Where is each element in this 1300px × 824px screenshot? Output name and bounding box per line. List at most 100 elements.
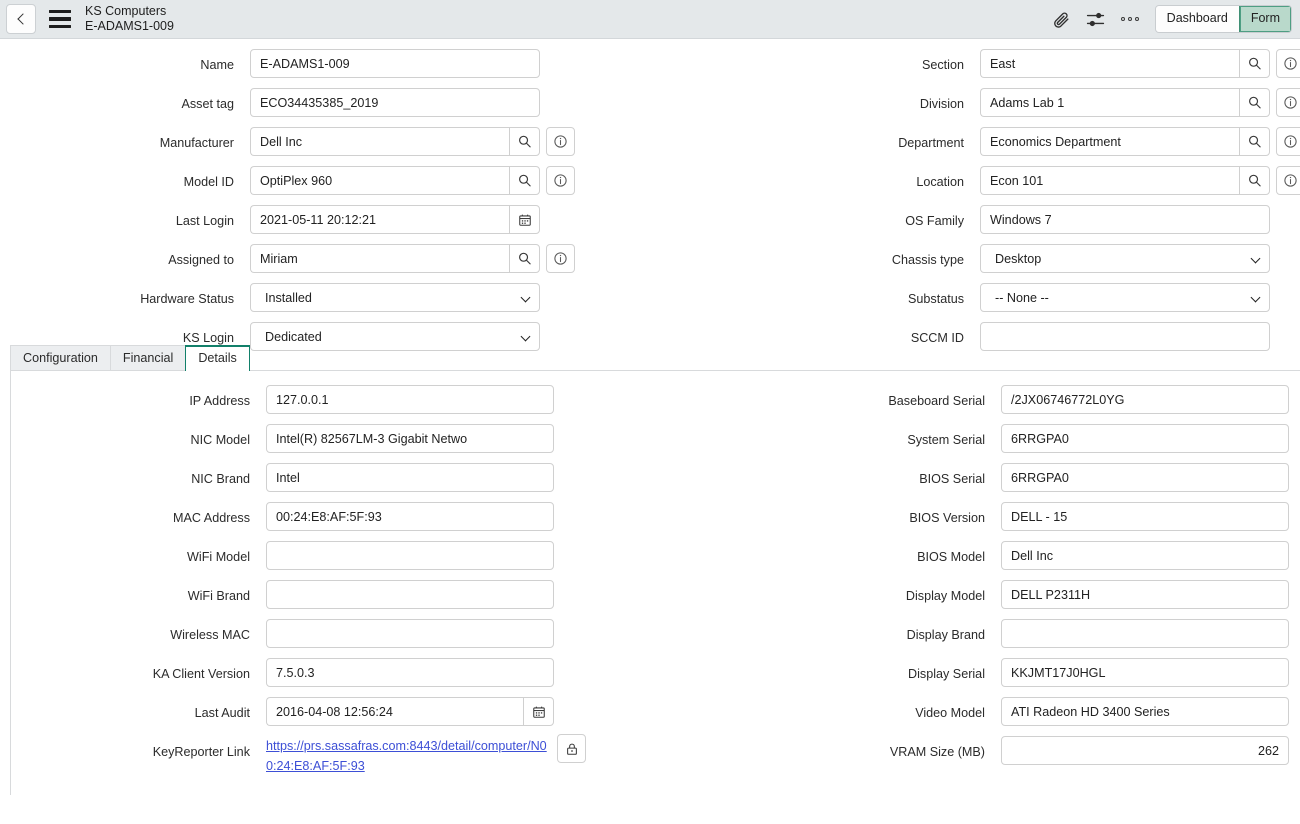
field-label: Display Serial <box>731 658 1001 681</box>
field-label: Section <box>730 49 980 72</box>
input-os-family[interactable]: Windows 7 <box>980 205 1270 234</box>
calendar-icon-button[interactable] <box>509 205 540 234</box>
search-icon-button[interactable] <box>1239 127 1270 156</box>
field-label: KeyReporter Link <box>1 736 266 759</box>
form-row: Last Login2021-05-11 20:12:21 <box>0 205 575 244</box>
info-button[interactable] <box>1276 127 1300 156</box>
tab-configuration[interactable]: Configuration <box>10 345 111 371</box>
search-icon-button[interactable] <box>509 244 540 273</box>
search-icon-button[interactable] <box>509 166 540 195</box>
input-name[interactable]: E-ADAMS1-009 <box>250 49 540 78</box>
input-video-model[interactable]: ATI Radeon HD 3400 Series <box>1001 697 1289 726</box>
input-assigned-to[interactable]: Miriam <box>250 244 509 273</box>
input-mac-address[interactable]: 00:24:E8:AF:5F:93 <box>266 502 554 531</box>
tab-details[interactable]: Details <box>185 345 250 371</box>
form-row: Hardware StatusInstalled <box>0 283 575 322</box>
field-control: Econ 101 <box>980 166 1300 195</box>
field-control <box>266 580 554 609</box>
input-department[interactable]: Economics Department <box>980 127 1239 156</box>
three-dots-icon[interactable] <box>1113 4 1147 34</box>
input-section[interactable]: East <box>980 49 1239 78</box>
form-row: BIOS VersionDELL - 15 <box>731 502 1289 541</box>
search-icon-button[interactable] <box>1239 166 1270 195</box>
paperclip-icon[interactable] <box>1045 4 1079 34</box>
info-button[interactable] <box>1276 49 1300 78</box>
input-baseboard-serial[interactable]: /2JX06746772L0YG <box>1001 385 1289 414</box>
search-icon <box>1247 95 1262 110</box>
input-nic-brand[interactable]: Intel <box>266 463 554 492</box>
form-view-button[interactable]: Form <box>1239 6 1291 33</box>
input-nic-model[interactable]: Intel(R) 82567LM-3 Gigabit Netwo <box>266 424 554 453</box>
info-circle-icon <box>1283 134 1298 149</box>
form-row: Baseboard Serial/2JX06746772L0YG <box>731 385 1289 424</box>
field-label: System Serial <box>731 424 1001 447</box>
search-icon <box>517 251 532 266</box>
input-ip-address[interactable]: 127.0.0.1 <box>266 385 554 414</box>
lock-icon-button[interactable] <box>557 734 586 763</box>
field-label: Assigned to <box>0 244 250 267</box>
input-division[interactable]: Adams Lab 1 <box>980 88 1239 117</box>
info-button[interactable] <box>546 244 575 273</box>
input-system-serial[interactable]: 6RRGPA0 <box>1001 424 1289 453</box>
select-chassis-type[interactable]: Desktop <box>980 244 1270 273</box>
input-manufacturer[interactable]: Dell Inc <box>250 127 509 156</box>
field-label: Location <box>730 166 980 189</box>
select-hardware-status[interactable]: Installed <box>250 283 540 312</box>
sliders-icon[interactable] <box>1079 4 1113 34</box>
search-icon-button[interactable] <box>1239 49 1270 78</box>
form-row: BIOS Serial6RRGPA0 <box>731 463 1289 502</box>
search-icon <box>517 134 532 149</box>
form-row: Video ModelATI Radeon HD 3400 Series <box>731 697 1289 736</box>
input-asset-tag[interactable]: ECO34435385_2019 <box>250 88 540 117</box>
field-control: E-ADAMS1-009 <box>250 49 540 78</box>
calendar-icon <box>518 213 532 227</box>
back-button[interactable] <box>6 4 36 34</box>
details-form-right-column: Baseboard Serial/2JX06746772L0YGSystem S… <box>731 385 1289 775</box>
input-vram-size-mb-[interactable]: 262 <box>1001 736 1289 765</box>
input-display-model[interactable]: DELL P2311H <box>1001 580 1289 609</box>
field-control: 7.5.0.3 <box>266 658 554 687</box>
field-control: DELL P2311H <box>1001 580 1289 609</box>
input-bios-version[interactable]: DELL - 15 <box>1001 502 1289 531</box>
input-model-id[interactable]: OptiPlex 960 <box>250 166 509 195</box>
info-button[interactable] <box>546 166 575 195</box>
form-row: NameE-ADAMS1-009 <box>0 49 575 88</box>
search-icon-button[interactable] <box>1239 88 1270 117</box>
field-label: Baseboard Serial <box>731 385 1001 408</box>
hamburger-menu-icon[interactable] <box>49 10 71 28</box>
info-button[interactable] <box>1276 166 1300 195</box>
dashboard-view-button[interactable]: Dashboard <box>1156 6 1239 33</box>
form-row: BIOS ModelDell Inc <box>731 541 1289 580</box>
input-wifi-brand[interactable] <box>266 580 554 609</box>
input-ka-client-version[interactable]: 7.5.0.3 <box>266 658 554 687</box>
keyreporter-link[interactable]: https://prs.sassafras.com:8443/detail/co… <box>266 736 549 776</box>
form-row: System Serial6RRGPA0 <box>731 424 1289 463</box>
input-wifi-model[interactable] <box>266 541 554 570</box>
tab-financial[interactable]: Financial <box>110 345 186 371</box>
calendar-icon-button[interactable] <box>523 697 554 726</box>
input-last-login[interactable]: 2021-05-11 20:12:21 <box>250 205 509 234</box>
field-label: KS Login <box>0 322 250 345</box>
field-label: Asset tag <box>0 88 250 111</box>
info-button[interactable] <box>546 127 575 156</box>
input-bios-model[interactable]: Dell Inc <box>1001 541 1289 570</box>
input-wireless-mac[interactable] <box>266 619 554 648</box>
input-bios-serial[interactable]: 6RRGPA0 <box>1001 463 1289 492</box>
field-control: https://prs.sassafras.com:8443/detail/co… <box>266 736 586 776</box>
input-location[interactable]: Econ 101 <box>980 166 1239 195</box>
select-substatus[interactable]: -- None -- <box>980 283 1270 312</box>
info-button[interactable] <box>1276 88 1300 117</box>
form-row: Last Audit2016-04-08 12:56:24 <box>1 697 586 736</box>
field-label: Display Brand <box>731 619 1001 642</box>
field-control: 6RRGPA0 <box>1001 463 1289 492</box>
field-label: NIC Brand <box>1 463 266 486</box>
primary-form-pane: NameE-ADAMS1-009Asset tagECO34435385_201… <box>0 39 1300 339</box>
input-display-brand[interactable] <box>1001 619 1289 648</box>
input-display-serial[interactable]: KKJMT17J0HGL <box>1001 658 1289 687</box>
chevron-left-icon <box>17 13 28 24</box>
form-row: LocationEcon 101 <box>730 166 1300 205</box>
search-icon <box>1247 173 1262 188</box>
input-last-audit[interactable]: 2016-04-08 12:56:24 <box>266 697 523 726</box>
info-circle-icon <box>1283 56 1298 71</box>
search-icon-button[interactable] <box>509 127 540 156</box>
